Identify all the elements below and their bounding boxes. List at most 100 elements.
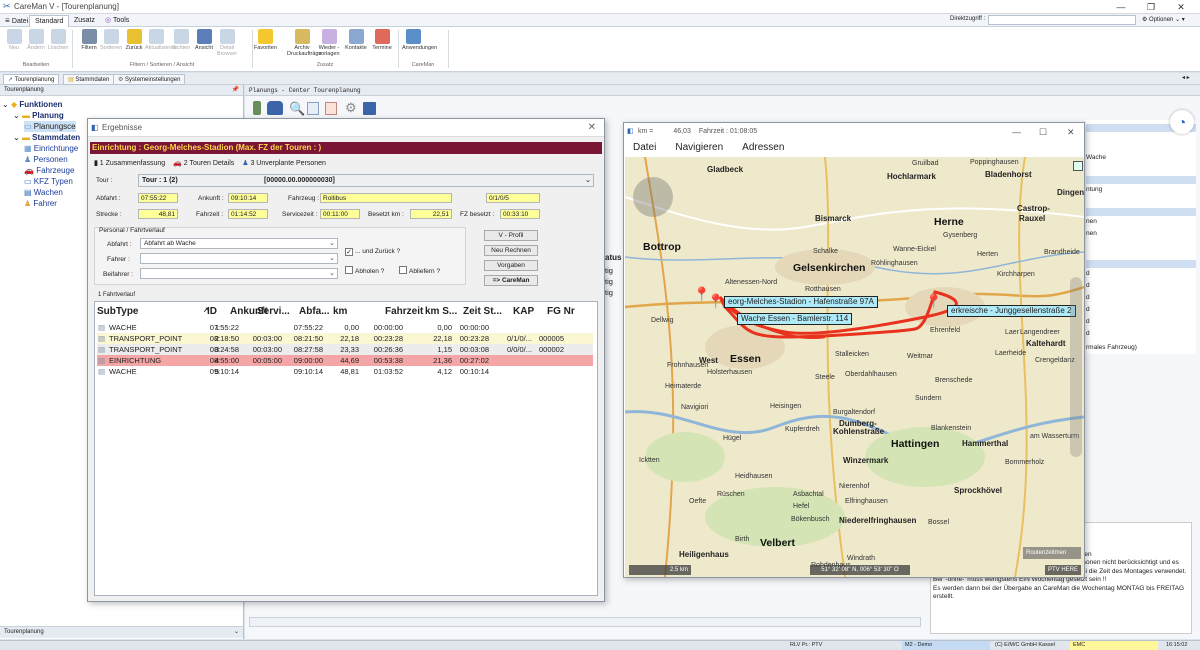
table-row[interactable]: ▤ WACHE 1 07:55:22 07:55:22 0,00 00:00:00 0,00 0… [97,322,593,333]
tree-item-wachen[interactable]: ▤ Wachen [24,187,63,198]
route-map[interactable]: Gladbeck Hochlarmark Gruilbad Poppinghausen… [625,157,1084,577]
column-header[interactable]: KAP [513,306,534,317]
ribbon-button-termine[interactable]: Termine [371,29,393,51]
pin-icon[interactable]: 📌 [232,85,239,96]
tree-item-funktionen[interactable]: ⌄ ◆ Funktionen [2,99,62,110]
tab-zusammenfassung[interactable]: ▮ 1 Zusammenfassung [94,160,165,167]
document-icon[interactable] [307,102,319,115]
ribbon-button-sortieren[interactable]: Sortieren [100,29,122,51]
und-zurueck-checkbox[interactable]: ✓... und Zurück ? [345,247,400,256]
vorgaben-button[interactable]: Vorgaben [484,260,538,271]
ribbon-button-ansicht[interactable]: Ansicht [193,29,215,51]
tour-select[interactable]: Tour : 1 (2) [00000.00.000000030] ⌄ [138,174,594,187]
search-icon[interactable]: 🔍 [289,101,305,117]
details-list-item[interactable]: d [1086,270,1090,277]
tree-item-planung[interactable]: ⌄ ▬ Planung [13,110,64,121]
ribbon-button-anwendungen[interactable]: Anwendungen [402,29,437,51]
details-list-item[interactable]: nen [1086,218,1097,225]
ribbon-button-filtern[interactable]: Filtern [78,29,100,51]
tab-standard[interactable]: Standard [29,15,70,27]
results-close-button[interactable]: ✕ [588,119,596,137]
tab-zusatz[interactable]: Zusatz [69,15,100,27]
details-list-item[interactable]: d [1086,330,1090,337]
traffic-light-icon[interactable] [253,101,261,115]
abholen-checkbox[interactable]: Abholen ? [345,266,384,276]
column-header[interactable]: Zeit St... [463,306,502,317]
column-header[interactable]: km S... [425,306,457,317]
expand-icon[interactable]: ⌄ [13,111,22,120]
abfahrt-field[interactable]: 07:55:22 [138,193,178,203]
fz-besetzt-field[interactable]: 00:33:10 [500,209,540,219]
column-header[interactable]: FG Nr [547,306,575,317]
navigation-pane-footer[interactable]: Tourenplanung ⌄ [0,626,243,638]
ribbon-button-archiv-druckaufträge[interactable]: Archiv Druckaufträge [287,29,322,57]
options-menu[interactable]: ⚙ Optionen ⌄ ▾ [1142,16,1185,23]
ribbon-button-ändern[interactable]: Ändern [25,29,47,51]
ribbon-button-favoriten[interactable]: Favoriten [254,29,277,51]
tab-tools[interactable]: ◎ Tools [100,15,134,27]
table-row[interactable]: ▤ WACHE 5 09:10:14 09:10:14 48,81 01:03:52 4,12… [97,366,593,377]
tree-item-einrichtunge[interactable]: ▦ Einrichtunge [24,143,78,154]
map-minimize-button[interactable]: — [1012,123,1021,141]
map-layer-toggle[interactable] [1073,161,1083,171]
fahrer-select[interactable]: ⌄ [140,253,338,264]
tab-unverplante-personen[interactable]: ♟ 3 Unverplante Personen [242,160,326,167]
column-header[interactable]: Servi... [257,306,290,317]
tab-fahrtverlauf[interactable]: 1 Fahrtverlauf [98,292,135,298]
column-header[interactable]: SubType [97,306,138,317]
expand-icon[interactable]: ⌄ [2,100,11,109]
strecke-field[interactable]: 48,81 [138,209,178,219]
map-maximize-button[interactable]: ☐ [1039,123,1047,141]
expand-icon[interactable]: ⌄ [13,133,22,142]
ribbon-button-zurück[interactable]: Zurück [123,29,145,51]
column-header[interactable]: km [333,306,347,317]
abfahrt-mode-select[interactable]: Abfahrt ab Wache ⌄ [140,238,338,249]
map-close-button[interactable]: ✕ [1067,123,1075,141]
settings-icon[interactable]: ⚙ [345,100,357,116]
tab-tourenplanung[interactable]: ➚ Tourenplanung [3,74,60,85]
tab-stammdaten[interactable]: ▤ Stammdaten [63,74,115,85]
tree-item-stammdaten[interactable]: ⌄ ▬ Stammdaten [13,132,80,143]
map-menu-adressen[interactable]: Adressen [742,142,784,153]
tab-touren-details[interactable]: 🚗 2 Touren Details [173,160,234,167]
abliefern-checkbox[interactable]: Abliefern ? [399,266,440,276]
ribbon-button-aktualisieren[interactable]: Aktualisieren [145,29,177,51]
bus-icon[interactable] [267,101,283,115]
route-schedule-button[interactable]: Routenzeitmen [1023,547,1081,559]
details-list-item[interactable]: Wache [1086,154,1106,161]
ribbon-button-neu[interactable]: Neu [3,29,25,51]
ribbon-button-wieder-vorlagen[interactable]: Wieder - vorlagen [318,29,340,57]
map-menu-datei[interactable]: Datei [633,142,656,153]
close-button[interactable]: ✕ [1170,1,1192,13]
direct-access-input[interactable] [988,15,1136,25]
ribbon-button-detail-browser[interactable]: Detail Browser [216,29,238,57]
table-row[interactable]: ▤ TRANSPORT_POINT 2 08:18:50 00:03:00 08:21:5… [97,333,593,344]
details-list-item[interactable]: d [1086,282,1090,289]
tree-item-fahrer[interactable]: ♟ Fahrer [24,198,57,209]
beifahrer-select[interactable]: ⌄ [140,268,338,279]
tab-systemeinstellungen[interactable]: ⚙ Systemeinstellungen [113,74,186,85]
tree-item-fahrzeuge[interactable]: 🚗 Fahrzeuge [24,165,74,176]
neu-rechnen-button[interactable]: Neu Rechnen [484,245,538,256]
map-pan-control[interactable] [633,177,673,217]
maximize-button[interactable]: ❐ [1140,1,1162,13]
zoom-slider[interactable] [1070,277,1082,457]
details-list-item[interactable]: rmales Fahrzeug) [1086,344,1137,351]
v-profil-button[interactable]: V - Profil [484,230,538,241]
fahrzeug-field[interactable]: Rollibus [320,193,452,203]
report-icon[interactable] [325,102,337,115]
fahrzeit-field[interactable]: 01:14:52 [228,209,268,219]
ribbon-button-kontakte[interactable]: Kontakte [345,29,367,51]
chat-assistant-icon[interactable]: ◔ [1170,110,1194,134]
ribbon-button-sichten[interactable]: Sichten [170,29,192,51]
tree-item-kfz-typen[interactable]: ▭ KFZ Typen [24,176,73,187]
details-list-item[interactable]: d [1086,318,1090,325]
map-menu-navigieren[interactable]: Navigieren [675,142,723,153]
horizontal-scrollbar[interactable] [249,617,921,627]
ribbon-button-löschen[interactable]: Löschen [47,29,69,51]
tree-item-personen[interactable]: ♟ Personen [24,154,68,165]
column-header[interactable]: Abfa... [299,306,330,317]
table-row[interactable]: ▤ EINRICHTUNG 4 08:55:00 00:05:00 09:00:00 44,… [97,355,593,366]
careman-button[interactable]: => CareMan [484,275,538,286]
column-header[interactable]: Fahrzeit [385,306,423,317]
